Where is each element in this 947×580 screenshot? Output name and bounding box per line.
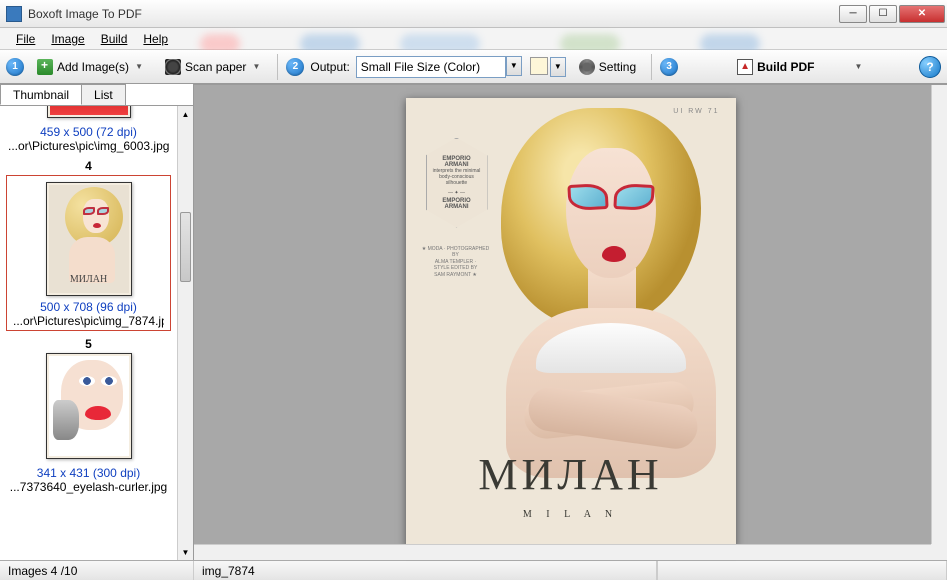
scroll-down-icon[interactable]: ▼	[178, 544, 193, 560]
maximize-button[interactable]: ☐	[869, 5, 897, 23]
magazine-credit: ★ MODA · PHOTOGRAPHED BYALMA TEMPLER ·ST…	[420, 246, 492, 279]
thumbs-inner: 459 x 500 (72 dpi) ...or\Pictures\pic\im…	[0, 106, 177, 498]
window-title: Boxoft Image To PDF	[28, 7, 837, 21]
chevron-down-icon[interactable]: ▼	[550, 57, 566, 77]
preview-pane: UI RW 71 EMPORIO ARMANI interprets the m…	[194, 84, 947, 560]
title-bar: Boxoft Image To PDF ─ ☐ ✕	[0, 0, 947, 28]
thumbnail-list: 459 x 500 (72 dpi) ...or\Pictures\pic\im…	[0, 106, 193, 560]
add-images-label: Add Image(s)	[57, 60, 129, 74]
thumbnail-path: ...or\Pictures\pic\img_6003.jpg	[8, 139, 169, 153]
status-current-file: img_7874	[194, 561, 657, 580]
window-controls: ─ ☐ ✕	[837, 5, 945, 23]
badge-title: EMPORIO ARMANI	[433, 156, 481, 168]
thumbnail-item-group: 4 МИЛАН	[0, 159, 177, 331]
status-right	[657, 561, 947, 580]
thumbnail-dimensions: 500 x 708 (96 dpi)	[13, 300, 164, 314]
menu-image[interactable]: Image	[43, 29, 92, 49]
step-1-badge: 1	[6, 58, 24, 76]
thumbnail-image[interactable]	[47, 106, 131, 118]
thumbnail-dimensions: 341 x 431 (300 dpi)	[8, 466, 169, 480]
status-bar: Images 4 /10 img_7874	[0, 560, 947, 580]
help-button[interactable]: ?	[919, 56, 941, 78]
thumbnail-image[interactable]: МИЛАН	[46, 182, 132, 296]
magazine-subtitle: M I L A N	[406, 509, 736, 520]
background-color-swatch[interactable]	[530, 57, 548, 75]
preview-scrollbar-horizontal[interactable]	[194, 544, 931, 560]
scroll-up-icon[interactable]: ▲	[178, 106, 193, 122]
scanner-icon	[165, 59, 181, 75]
thumbnail-number: 4	[0, 159, 177, 173]
thumbnail-image[interactable]	[46, 353, 132, 459]
thumbnail-number: 5	[8, 337, 169, 351]
thumbnail-dimensions: 459 x 500 (72 dpi)	[8, 125, 169, 139]
setting-label: Setting	[599, 60, 636, 74]
build-pdf-label: Build PDF	[757, 60, 814, 74]
gear-icon	[579, 59, 595, 75]
menu-bar: File Image Build Help	[0, 28, 947, 50]
sidebar: Thumbnail List 459 x 500 (72 dpi) ...or\…	[0, 84, 194, 560]
chevron-down-icon: ▼	[250, 62, 262, 71]
thumbnail-path: ...7373640_eyelash-curler.jpg	[8, 480, 169, 494]
scroll-handle[interactable]	[180, 212, 191, 282]
preview-scrollbar-vertical[interactable]	[931, 85, 947, 544]
magazine-badge: EMPORIO ARMANI interprets the minimal bo…	[426, 138, 488, 228]
color-picker[interactable]: ▼	[528, 57, 566, 77]
scan-paper-label: Scan paper	[185, 60, 246, 74]
scroll-track[interactable]	[180, 122, 191, 544]
badge-title2: EMPORIO ARMANI	[433, 198, 481, 210]
build-pdf-button[interactable]: Build PDF ▼	[730, 55, 871, 79]
badge-text: interprets the minimal body-conscious si…	[433, 168, 481, 186]
magazine-lips-graphic	[602, 246, 626, 262]
scan-paper-button[interactable]: Scan paper ▼	[158, 55, 269, 79]
step-3-badge: 3	[660, 58, 678, 76]
menu-help[interactable]: Help	[135, 29, 176, 49]
add-images-button[interactable]: Add Image(s) ▼	[30, 55, 152, 79]
output-label: Output:	[310, 60, 349, 74]
thumbnail-item[interactable]: 459 x 500 (72 dpi) ...or\Pictures\pic\im…	[0, 106, 177, 157]
add-icon	[37, 59, 53, 75]
pdf-icon	[737, 59, 753, 75]
step-2-badge: 2	[286, 58, 304, 76]
thumbnail-path: ...or\Pictures\pic\img_7874.jpg	[13, 314, 164, 328]
output-combo[interactable]: Small File Size (Color) ▼	[356, 56, 522, 78]
magazine-top-note: UI RW 71	[673, 108, 719, 115]
chevron-down-icon: ▼	[852, 62, 864, 71]
sidebar-scrollbar[interactable]: ▲ ▼	[177, 106, 193, 560]
app-icon	[6, 6, 22, 22]
status-image-count: Images 4 /10	[0, 561, 194, 580]
close-button[interactable]: ✕	[899, 5, 945, 23]
toolbar: 1 Add Image(s) ▼ Scan paper ▼ 2 Output: …	[0, 50, 947, 84]
tab-list[interactable]: List	[81, 84, 126, 105]
chevron-down-icon[interactable]: ▼	[506, 56, 522, 76]
sidebar-tabs: Thumbnail List	[0, 84, 193, 106]
thumbnail-item-selected[interactable]: МИЛАН 500 x 708 (96 dpi) ...or\Pictures\…	[6, 175, 171, 331]
menu-file[interactable]: File	[8, 29, 43, 49]
magazine-title: МИЛАН	[406, 449, 736, 500]
scroll-corner	[931, 544, 947, 560]
separator	[651, 54, 652, 80]
content-area: Thumbnail List 459 x 500 (72 dpi) ...or\…	[0, 84, 947, 560]
minimize-button[interactable]: ─	[839, 5, 867, 23]
thumbnail-item[interactable]: 5 341 x 431 (300 dpi) ...7373640_eyelash…	[0, 331, 177, 498]
separator	[277, 54, 278, 80]
setting-button[interactable]: Setting	[572, 55, 643, 79]
output-value[interactable]: Small File Size (Color)	[356, 56, 506, 78]
menu-build[interactable]: Build	[93, 29, 136, 49]
preview-page[interactable]: UI RW 71 EMPORIO ARMANI interprets the m…	[406, 98, 736, 548]
tab-thumbnail[interactable]: Thumbnail	[0, 84, 82, 105]
chevron-down-icon: ▼	[133, 62, 145, 71]
